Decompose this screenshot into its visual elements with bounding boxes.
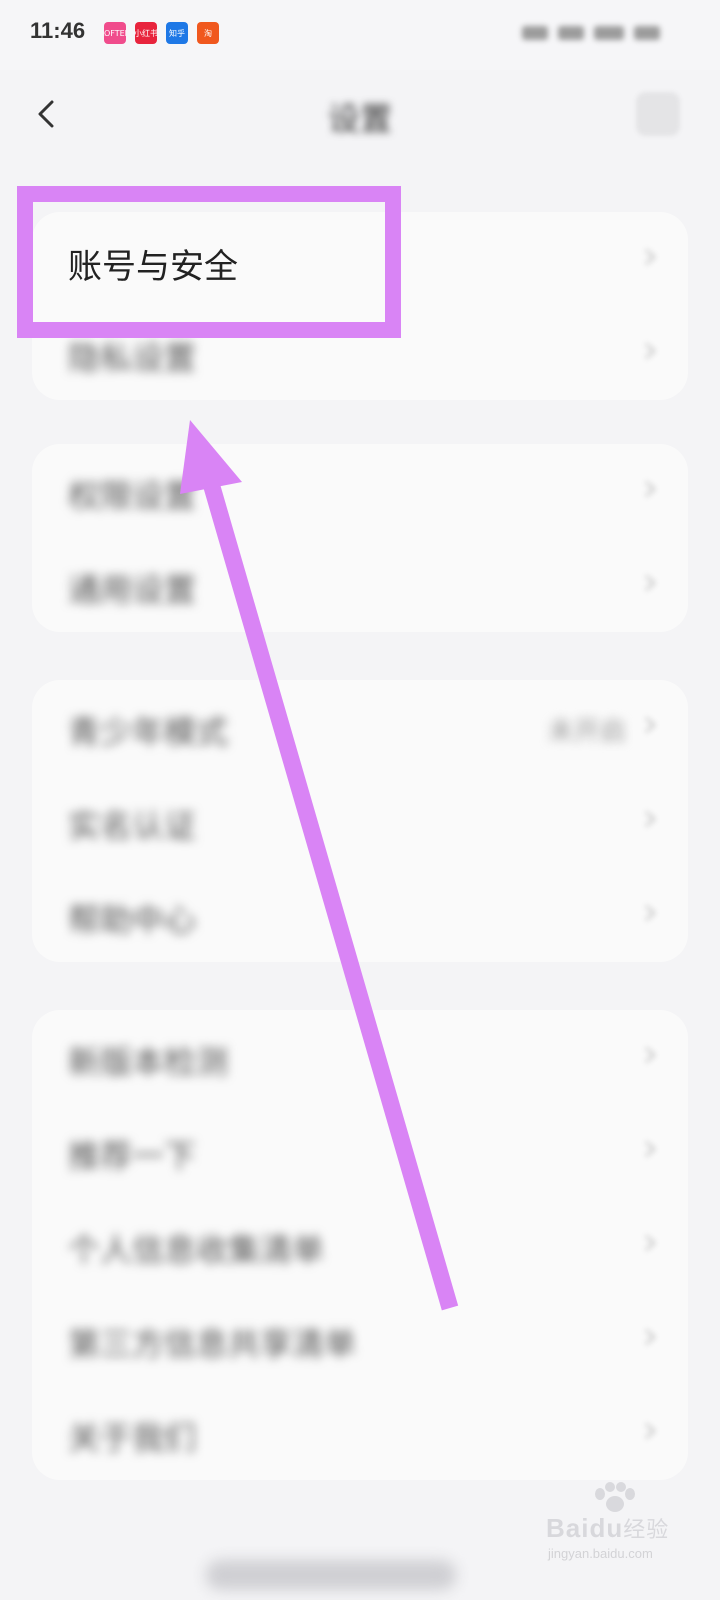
watermark-brand-en: Baidu xyxy=(546,1513,624,1543)
row-help-center[interactable]: 帮助中心 xyxy=(32,868,688,962)
notification-icons: LOFTER 小红书 知乎 淘 xyxy=(104,22,219,44)
row-teen-mode[interactable]: 青少年模式 未开启 xyxy=(32,680,688,774)
row-value: 未开启 xyxy=(547,717,626,747)
row-label: 帮助中心 xyxy=(68,901,197,939)
settings-group-about: 新版本检测 推荐一下 个人信息收集清单 第三方信息共享清单 关于我们 xyxy=(32,1010,688,1480)
signal-icon xyxy=(522,26,548,40)
row-permissions[interactable]: 权限设置 xyxy=(32,444,688,538)
row-general[interactable]: 通用设置 xyxy=(32,538,688,632)
battery-percent xyxy=(634,26,660,40)
highlight-box-annotation xyxy=(17,186,401,338)
zhihu-app-icon: 知乎 xyxy=(166,22,188,44)
row-label: 权限设置 xyxy=(68,477,197,515)
status-indicators xyxy=(522,22,672,44)
row-third-party-list[interactable]: 第三方信息共享清单 xyxy=(32,1292,688,1386)
row-recommend[interactable]: 推荐一下 xyxy=(32,1104,688,1198)
settings-group-mode: 青少年模式 未开启 实名认证 帮助中心 xyxy=(32,680,688,962)
chevron-right-icon xyxy=(645,249,656,265)
status-bar: 11:46 LOFTER 小红书 知乎 淘 xyxy=(0,0,720,70)
chevron-right-icon xyxy=(645,343,656,359)
row-label: 推荐一下 xyxy=(68,1137,197,1175)
xiaohongshu-app-icon: 小红书 xyxy=(135,22,157,44)
wifi-icon xyxy=(558,26,584,40)
chevron-right-icon xyxy=(645,811,656,827)
row-personal-info-list[interactable]: 个人信息收集清单 xyxy=(32,1198,688,1292)
row-label: 青少年模式 xyxy=(68,713,229,751)
row-label: 关于我们 xyxy=(68,1419,197,1457)
watermark-brand-cn: 经验 xyxy=(623,1517,670,1542)
watermark-brand: Baidu经验 xyxy=(546,1512,669,1544)
chevron-right-icon xyxy=(645,1329,656,1345)
status-time: 11:46 xyxy=(30,18,86,43)
chevron-right-icon xyxy=(645,481,656,497)
baidu-jingyan-watermark: Baidu经验 jingyan.baidu.com xyxy=(538,1482,698,1572)
logout-button[interactable] xyxy=(206,1560,456,1590)
battery-icon xyxy=(594,26,624,40)
chevron-right-icon xyxy=(645,905,656,921)
row-label: 个人信息收集清单 xyxy=(68,1231,325,1269)
row-label: 隐私设置 xyxy=(68,339,197,377)
page-title: 设置 xyxy=(327,100,392,138)
chevron-right-icon xyxy=(645,1047,656,1063)
chevron-right-icon xyxy=(645,717,656,733)
chevron-right-icon xyxy=(645,1423,656,1439)
taobao-app-icon: 淘 xyxy=(197,22,219,44)
chevron-right-icon xyxy=(645,1235,656,1251)
row-label: 第三方信息共享清单 xyxy=(68,1325,357,1363)
nav-bar: 设置 xyxy=(0,70,720,162)
settings-icon[interactable] xyxy=(636,92,680,136)
row-label: 新版本检测 xyxy=(68,1043,229,1081)
row-label: 通用设置 xyxy=(68,571,197,609)
settings-group-general: 权限设置 通用设置 xyxy=(32,444,688,632)
row-about-us[interactable]: 关于我们 xyxy=(32,1386,688,1480)
watermark-url: jingyan.baidu.com xyxy=(548,1546,653,1561)
chevron-right-icon xyxy=(645,575,656,591)
row-verification[interactable]: 实名认证 xyxy=(32,774,688,868)
row-label: 实名认证 xyxy=(68,807,197,845)
lofter-app-icon: LOFTER xyxy=(104,22,126,44)
paw-logo-icon xyxy=(595,1482,635,1512)
row-check-update[interactable]: 新版本检测 xyxy=(32,1010,688,1104)
chevron-right-icon xyxy=(645,1141,656,1157)
